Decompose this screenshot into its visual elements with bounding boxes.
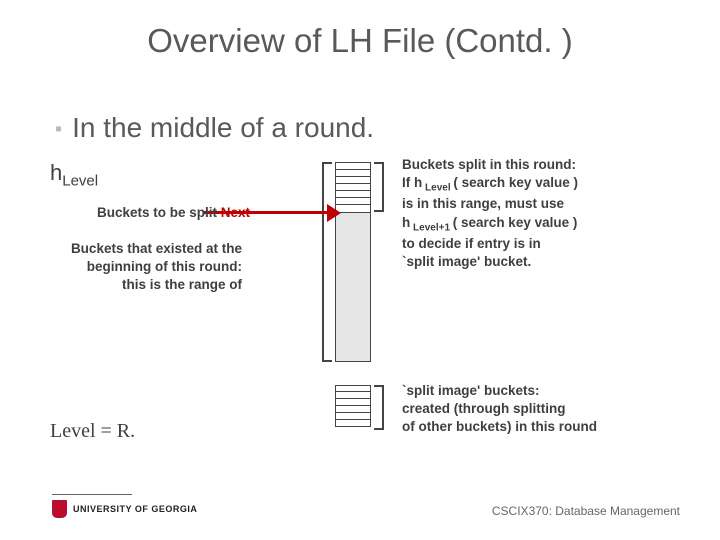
footer-university: UNIVERSITY OF GEORGIA bbox=[73, 504, 197, 514]
next-arrow-head bbox=[327, 204, 341, 222]
label-split-image: `split image' buckets: created (through … bbox=[402, 382, 672, 437]
split-line3: of other buckets) in this round bbox=[402, 418, 672, 436]
bucket-segment-middle bbox=[335, 212, 371, 362]
hlevel-base: h bbox=[50, 160, 62, 185]
label-round: Buckets split in this round: If h Level … bbox=[402, 156, 672, 271]
footer-course: CSCIX370: Database Management bbox=[492, 504, 680, 518]
round-line4: h Level+1 ( search key value ) bbox=[402, 214, 672, 235]
label-next-prefix: Buckets to be split bbox=[97, 205, 221, 220]
label-next: Buckets to be split Next bbox=[25, 204, 250, 222]
footer-rule bbox=[52, 494, 132, 495]
bracket-left bbox=[322, 162, 332, 362]
bullet-text: In the middle of a round. bbox=[72, 112, 374, 143]
main-bullet: ▪ In the middle of a round. bbox=[55, 112, 374, 144]
round-line5: to decide if entry is in bbox=[402, 235, 672, 253]
bullet-marker: ▪ bbox=[55, 118, 62, 140]
hlevel-sub: Level bbox=[62, 172, 98, 189]
split-line2: created (through splitting bbox=[402, 400, 672, 418]
label-existed: Buckets that existed at the beginning of… bbox=[17, 240, 242, 295]
round-line1: Buckets split in this round: bbox=[402, 156, 672, 174]
lh-diagram: Buckets to be split Next Buckets that ex… bbox=[50, 160, 670, 460]
bucket-segment-image bbox=[335, 385, 371, 430]
label-next-word: Next bbox=[221, 205, 250, 220]
uga-shield-icon bbox=[52, 500, 67, 518]
round-line6: `split image' bucket. bbox=[402, 253, 672, 271]
bracket-right-top bbox=[374, 162, 384, 212]
slide: Overview of LH File (Contd. ) ▪ In the mi… bbox=[0, 0, 720, 540]
round-line2: If h Level ( search key value ) bbox=[402, 174, 672, 195]
round-line3: is in this range, must use bbox=[402, 195, 672, 213]
footer-logo: UNIVERSITY OF GEORGIA bbox=[52, 500, 197, 518]
bracket-right-bottom bbox=[374, 385, 384, 430]
split-line1: `split image' buckets: bbox=[402, 382, 672, 400]
slide-title: Overview of LH File (Contd. ) bbox=[0, 22, 720, 60]
label-level-eq: Level = R. bbox=[50, 420, 135, 443]
